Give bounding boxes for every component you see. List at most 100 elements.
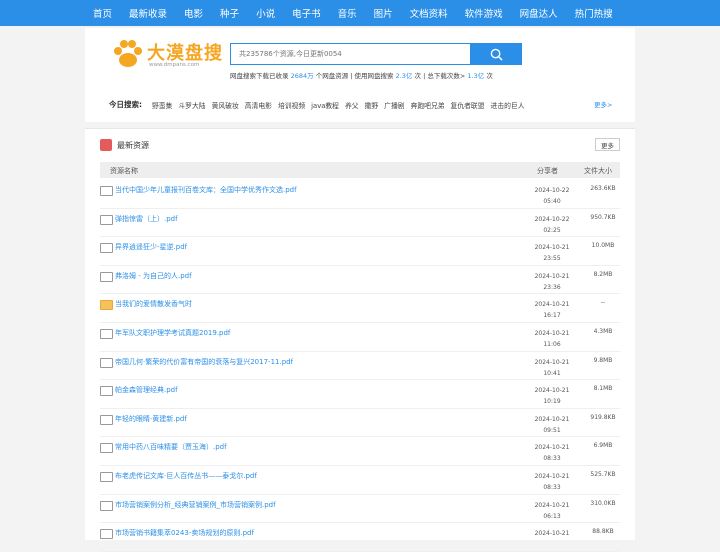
nav-software-games[interactable]: 软件游戏 bbox=[465, 6, 503, 20]
table-row[interactable]: 弹指惊雷（上）.pdf 2024-10-22 02:25 950.7KB bbox=[100, 209, 620, 238]
file-size: 10.0MB bbox=[591, 242, 615, 250]
table-row[interactable]: 弗洛姆 - 为自己的人.pdf 2024-10-21 23:36 8.2MB bbox=[100, 266, 620, 295]
table-row[interactable]: 市场营销案例分析_经典营销案例_市场营销案例.pdf 2024-10-21 06:1… bbox=[100, 495, 620, 524]
search-button[interactable] bbox=[470, 43, 522, 65]
search-input[interactable] bbox=[230, 43, 470, 65]
file-size: 525.7KB bbox=[590, 470, 616, 478]
today-search-link[interactable]: 进击的巨人 bbox=[491, 100, 525, 110]
share-date: 2024-10-22 02:25 bbox=[534, 215, 570, 234]
share-date: 2024-10-21 08:33 bbox=[534, 444, 570, 463]
stat-uses: 2.3亿 bbox=[395, 72, 413, 80]
site-logo[interactable]: 大漠盘搜 www.dmpans.com bbox=[111, 37, 222, 77]
nav-images[interactable]: 图片 bbox=[374, 6, 393, 20]
file-icon bbox=[100, 243, 113, 254]
share-date: 2024-10-21 bbox=[534, 530, 570, 538]
nav-hot-searches[interactable]: 热门热搜 bbox=[575, 6, 613, 20]
share-date: 2024-10-22 05:40 bbox=[534, 187, 570, 205]
file-size: 919.8KB bbox=[590, 413, 616, 421]
top-nav: 首页 最新收录 电影 种子 小说 电子书 音乐 图片 文档资料 软件游戏 网盘达… bbox=[0, 0, 720, 26]
today-search-link[interactable]: 斗罗大陆 bbox=[178, 100, 205, 110]
site-stats: 网盘搜索下载已收录 2684万 个网盘资源 | 使用网盘搜索 2.3亿 次 | … bbox=[230, 72, 493, 80]
resource-link[interactable]: 年军队文职护理学考试真题2019.pdf bbox=[115, 328, 230, 338]
file-size: 263.6KB bbox=[590, 185, 616, 192]
resource-link[interactable]: 弹指惊雷（上）.pdf bbox=[115, 214, 178, 224]
table-row[interactable]: 年军队文职护理学考试真题2019.pdf 2024-10-21 11:06 4.3MB bbox=[100, 323, 620, 352]
resource-link[interactable]: 弗洛姆 - 为自己的人.pdf bbox=[115, 271, 192, 281]
table-row[interactable]: 帝国几何·繁荣的代价富有帝国的衰落与复兴2017-11.pdf 2024-10-2… bbox=[100, 352, 620, 381]
file-size: 88.8KB bbox=[592, 528, 614, 536]
nav-documents[interactable]: 文档资料 bbox=[410, 6, 448, 20]
share-date: 2024-10-21 09:51 bbox=[534, 415, 570, 434]
file-size: 6.9MB bbox=[593, 442, 613, 450]
file-size: 9.8MB bbox=[593, 356, 613, 364]
nav-torrents[interactable]: 种子 bbox=[220, 6, 239, 20]
file-icon bbox=[100, 471, 113, 482]
logo-subtitle: www.dmpans.com bbox=[149, 62, 200, 68]
table-row[interactable]: 当代中国少年儿童报刊百卷文库：全国中学优秀作文选.pdf 2024-10-22 05… bbox=[100, 180, 620, 209]
col-sharer-header: 分享者 bbox=[537, 167, 558, 175]
header-panel: 大漠盘搜 www.dmpans.com 网盘搜索下载已收录 2684万 个网盘资… bbox=[85, 28, 635, 122]
file-size: 8.1MB bbox=[593, 385, 613, 393]
more-button[interactable]: 更多 bbox=[595, 138, 620, 151]
file-icon bbox=[100, 529, 113, 540]
nav-experts[interactable]: 网盘达人 bbox=[520, 6, 558, 20]
table-row[interactable]: 常用中药八百味精要（贾玉海）.pdf 2024-10-21 08:33 6.9MB bbox=[100, 437, 620, 466]
file-size: 4.3MB bbox=[593, 327, 613, 335]
col-name-header: 资源名称 bbox=[110, 167, 138, 175]
resource-link[interactable]: 布老虎传记文库·巨人百传丛书——泰戈尔.pdf bbox=[115, 471, 257, 481]
table-row[interactable]: 布老虎传记文库·巨人百传丛书——泰戈尔.pdf 2024-10-21 08:33 52… bbox=[100, 466, 620, 495]
share-date: 2024-10-21 23:36 bbox=[534, 272, 570, 291]
today-search-link[interactable]: 复仇者联盟 bbox=[451, 100, 485, 110]
nav-movies[interactable]: 电影 bbox=[184, 6, 203, 20]
today-more-link[interactable]: 更多> bbox=[594, 99, 612, 109]
share-date: 2024-10-21 08:33 bbox=[534, 472, 570, 491]
share-date: 2024-10-21 16:17 bbox=[534, 301, 570, 320]
search-icon bbox=[490, 48, 503, 61]
search-bar bbox=[230, 43, 522, 65]
file-size: -- bbox=[600, 299, 606, 307]
file-icon bbox=[100, 386, 113, 397]
today-search-link[interactable]: 高清电影 bbox=[245, 100, 272, 110]
today-search-link[interactable]: 黄风破妆 bbox=[212, 100, 239, 110]
share-date: 2024-10-21 10:41 bbox=[534, 358, 570, 377]
resource-link[interactable]: 异界逍遥狂少-星逆.pdf bbox=[115, 242, 187, 252]
col-size-header: 文件大小 bbox=[584, 167, 612, 175]
resource-link[interactable]: 当代中国少年儿童报刊百卷文库：全国中学优秀作文选.pdf bbox=[115, 185, 297, 195]
stat-downloads: 1.3亿 bbox=[467, 72, 485, 80]
file-icon bbox=[100, 186, 113, 196]
table-row[interactable]: 市场营销书籍集萃0243-卖场规划的原则.pdf 2024-10-21 88.8KB bbox=[100, 523, 620, 552]
today-search-link[interactable]: 广播剧 bbox=[384, 100, 404, 110]
today-search-link[interactable]: 奔跑吧兄弟 bbox=[411, 100, 445, 110]
resource-link[interactable]: 市场营销书籍集萃0243-卖场规划的原则.pdf bbox=[115, 528, 254, 538]
resource-link[interactable]: 年轻的眼睛·黄建新.pdf bbox=[115, 414, 187, 424]
stat-resources: 2684万 bbox=[290, 72, 314, 80]
today-search-link[interactable]: 养父 bbox=[345, 100, 359, 110]
paw-icon bbox=[114, 40, 142, 67]
table-row[interactable]: 异界逍遥狂少-星逆.pdf 2024-10-21 23:55 10.0MB bbox=[100, 237, 620, 266]
file-icon bbox=[100, 271, 113, 282]
table-row[interactable]: 当我们的爱情散发香气时 2024-10-21 16:17 -- bbox=[100, 294, 620, 323]
nav-novels[interactable]: 小说 bbox=[256, 6, 275, 20]
resource-link[interactable]: 帝国几何·繁荣的代价富有帝国的衰落与复兴2017-11.pdf bbox=[115, 357, 293, 367]
panel-title: 最新资源 bbox=[117, 141, 149, 150]
folder-icon bbox=[100, 300, 113, 311]
share-date: 2024-10-21 11:06 bbox=[534, 329, 570, 348]
today-search-link[interactable]: 培训视频 bbox=[278, 100, 305, 110]
share-date: 2024-10-21 06:13 bbox=[534, 501, 570, 520]
resource-link[interactable]: 常用中药八百味精要（贾玉海）.pdf bbox=[115, 442, 227, 452]
today-search-link[interactable]: 撒野 bbox=[365, 100, 379, 110]
nav-latest[interactable]: 最新收录 bbox=[129, 6, 167, 20]
file-size: 950.7KB bbox=[590, 213, 616, 221]
nav-music[interactable]: 音乐 bbox=[338, 6, 357, 20]
table-row[interactable]: 帕金森管理经典.pdf 2024-10-21 10:19 8.1MB bbox=[100, 380, 620, 409]
table-row[interactable]: 年轻的眼睛·黄建新.pdf 2024-10-21 09:51 919.8KB bbox=[100, 409, 620, 438]
resource-link[interactable]: 帕金森管理经典.pdf bbox=[115, 385, 178, 395]
table-header: 资源名称 分享者 文件大小 bbox=[100, 162, 620, 178]
resource-link[interactable]: 市场营销案例分析_经典营销案例_市场营销案例.pdf bbox=[115, 500, 276, 510]
nav-ebooks[interactable]: 电子书 bbox=[292, 6, 321, 20]
today-search-link[interactable]: java教程 bbox=[311, 100, 339, 110]
nav-home[interactable]: 首页 bbox=[93, 6, 112, 20]
today-search-link[interactable]: 野蛮集 bbox=[152, 100, 172, 110]
resource-link[interactable]: 当我们的爱情散发香气时 bbox=[115, 299, 192, 309]
resource-list-icon bbox=[100, 139, 112, 151]
